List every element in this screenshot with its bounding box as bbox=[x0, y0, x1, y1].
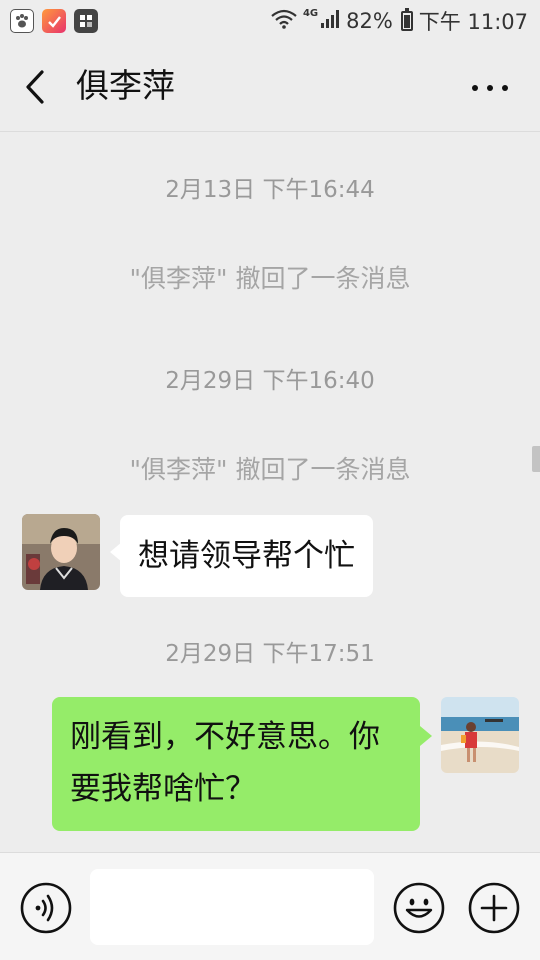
chat-screen: 4G 82% 下午 11:07 俱李萍 2月13日 下午16:44 "俱李萍" … bbox=[0, 0, 540, 960]
wifi-icon bbox=[271, 9, 297, 34]
battery-icon bbox=[400, 8, 413, 31]
music-app-icon bbox=[42, 9, 66, 33]
battery-percent: 82% bbox=[346, 9, 393, 33]
chat-header: 俱李萍 bbox=[0, 42, 540, 132]
message-timestamp: 2月29日 下午16:40 bbox=[165, 368, 375, 394]
more-functions-button[interactable] bbox=[467, 881, 521, 935]
baidu-app-icon bbox=[10, 9, 34, 33]
back-button[interactable] bbox=[18, 64, 58, 110]
tasks-app-icon bbox=[74, 9, 98, 33]
scroll-indicator[interactable] bbox=[532, 446, 540, 472]
outgoing-message-bubble[interactable]: 刚看到，不好意思。你 要我帮啥忙？ bbox=[52, 697, 420, 831]
more-dots-icon bbox=[472, 85, 508, 91]
chevron-left-icon bbox=[26, 70, 44, 104]
incoming-message-bubble[interactable]: 想请领导帮个忙 bbox=[120, 515, 373, 597]
recall-notice: "俱李萍" 撤回了一条消息 bbox=[129, 264, 411, 293]
notification-icons bbox=[10, 9, 98, 33]
clock: 下午 11:07 bbox=[418, 10, 528, 34]
status-bar: 4G 82% 下午 11:07 bbox=[0, 0, 540, 42]
chat-title: 俱李萍 bbox=[76, 66, 175, 105]
message-input[interactable] bbox=[90, 869, 374, 945]
contact-avatar[interactable] bbox=[22, 514, 100, 590]
outgoing-message-line: 要我帮啥忙？ bbox=[70, 771, 256, 807]
outgoing-message-line: 刚看到，不好意思。你 bbox=[70, 719, 380, 755]
incoming-message-text: 想请领导帮个忙 bbox=[138, 538, 355, 574]
input-bar bbox=[0, 852, 540, 960]
plus-icon bbox=[468, 882, 520, 934]
system-status: 4G 82% 下午 11:07 bbox=[271, 6, 528, 36]
recall-notice: "俱李萍" 撤回了一条消息 bbox=[129, 455, 411, 484]
emoji-button[interactable] bbox=[392, 881, 446, 935]
voice-input-button[interactable] bbox=[19, 881, 73, 935]
emoji-icon bbox=[393, 882, 445, 934]
bubble-tail bbox=[420, 726, 432, 746]
message-timestamp: 2月13日 下午16:44 bbox=[165, 177, 375, 203]
cell-signal-icon bbox=[320, 9, 340, 34]
network-type-label: 4G bbox=[302, 8, 319, 19]
voice-icon bbox=[20, 882, 72, 934]
message-timestamp: 2月29日 下午17:51 bbox=[165, 641, 375, 667]
more-button[interactable] bbox=[470, 76, 510, 100]
my-avatar[interactable] bbox=[441, 697, 519, 773]
